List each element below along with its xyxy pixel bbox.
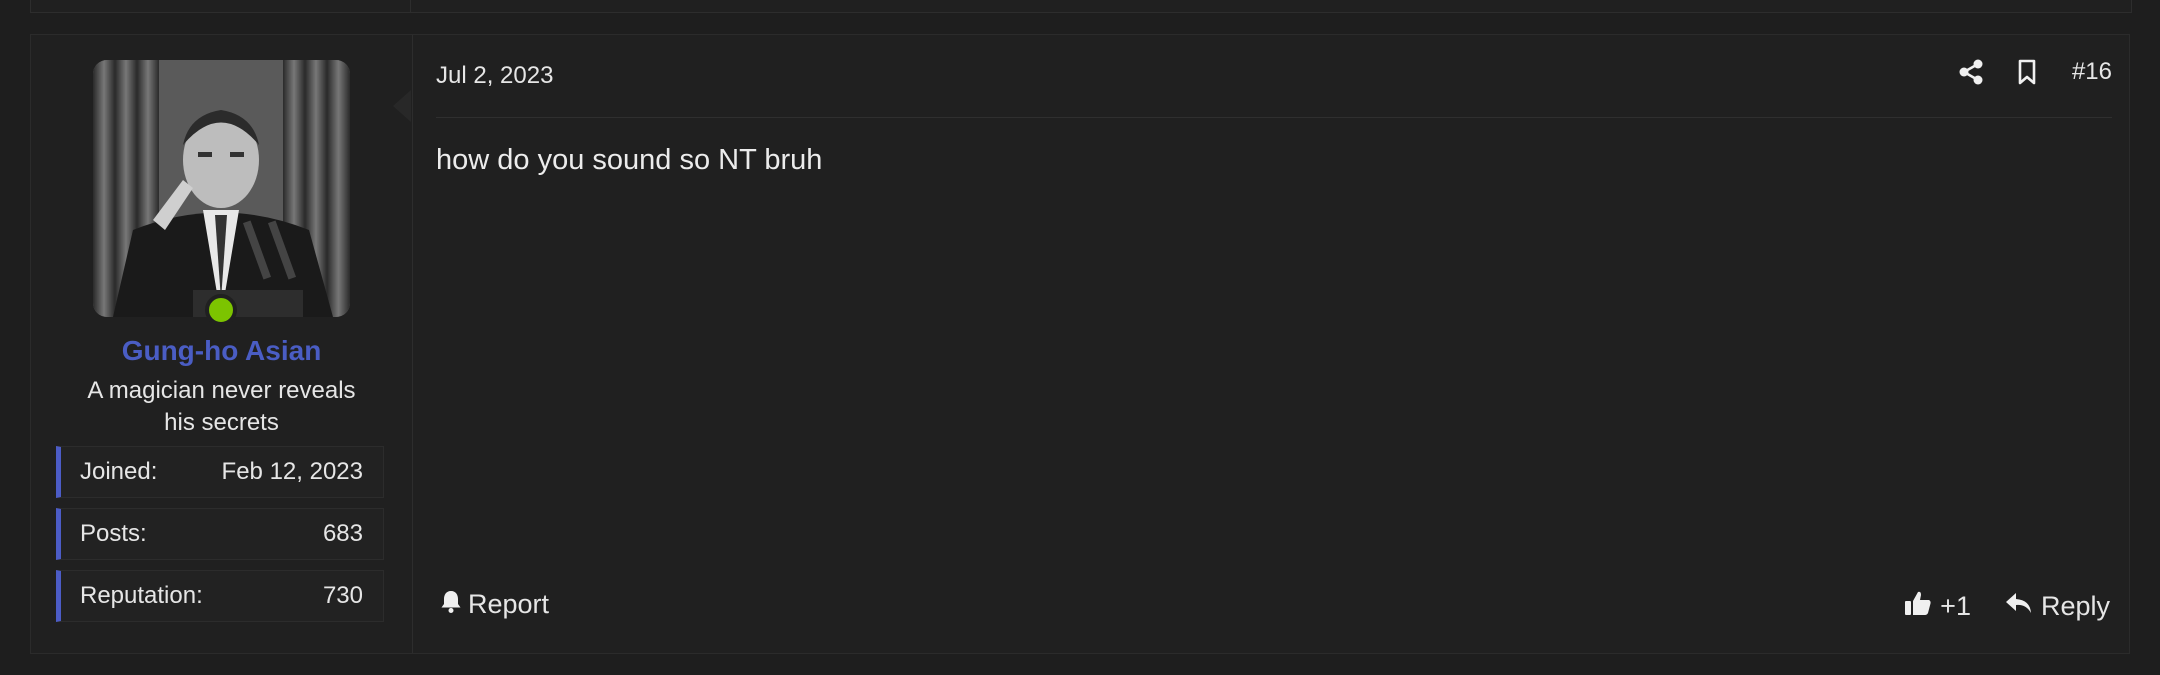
- previous-post-divider: [410, 0, 411, 12]
- stat-label: Reputation:: [80, 582, 203, 609]
- username[interactable]: Gung-ho Asian: [31, 335, 412, 367]
- previous-post-edge: [30, 0, 2132, 13]
- post-number[interactable]: #16: [2072, 58, 2112, 86]
- post-date[interactable]: Jul 2, 2023: [436, 62, 553, 90]
- like-count: +1: [1940, 591, 1971, 621]
- reply-button[interactable]: Reply: [2005, 591, 2110, 622]
- post-arrow: [393, 90, 411, 122]
- report-button[interactable]: Report: [440, 589, 549, 620]
- header-divider: [436, 117, 2112, 118]
- report-label: Report: [468, 589, 550, 619]
- reply-label: Reply: [2040, 591, 2110, 621]
- stat-joined: Joined: Feb 12, 2023: [56, 446, 384, 498]
- stat-posts: Posts: 683: [56, 508, 384, 560]
- post-footer-actions: +1 Reply: [1904, 589, 2110, 624]
- online-status-indicator: [205, 294, 237, 326]
- stat-value: 683: [322, 520, 363, 547]
- post-content: Jul 2, 2023 #16 how do you sound so NT b…: [436, 35, 2112, 653]
- bookmark-icon[interactable]: [2012, 57, 2042, 87]
- share-icon[interactable]: [1956, 57, 1986, 87]
- stat-value: 730: [322, 582, 363, 609]
- post-user-info: Gung-ho Asian A magician never reveals h…: [31, 35, 413, 653]
- stat-reputation: Reputation: 730: [56, 570, 384, 622]
- user-title: A magician never reveals his secrets: [87, 377, 356, 436]
- post-header-actions: #16: [1956, 57, 2112, 87]
- stat-value: Feb 12, 2023: [221, 458, 363, 485]
- post-message: how do you sound so NT bruh: [436, 144, 823, 176]
- bell-icon: [440, 589, 462, 620]
- avatar[interactable]: [93, 60, 350, 317]
- stat-label: Joined:: [80, 458, 158, 485]
- like-button[interactable]: +1: [1904, 589, 1971, 624]
- reply-arrow-icon: [2005, 591, 2033, 622]
- thumbs-up-icon: [1904, 589, 1932, 624]
- forum-post: Gung-ho Asian A magician never reveals h…: [30, 34, 2130, 654]
- stat-label: Posts:: [80, 520, 147, 547]
